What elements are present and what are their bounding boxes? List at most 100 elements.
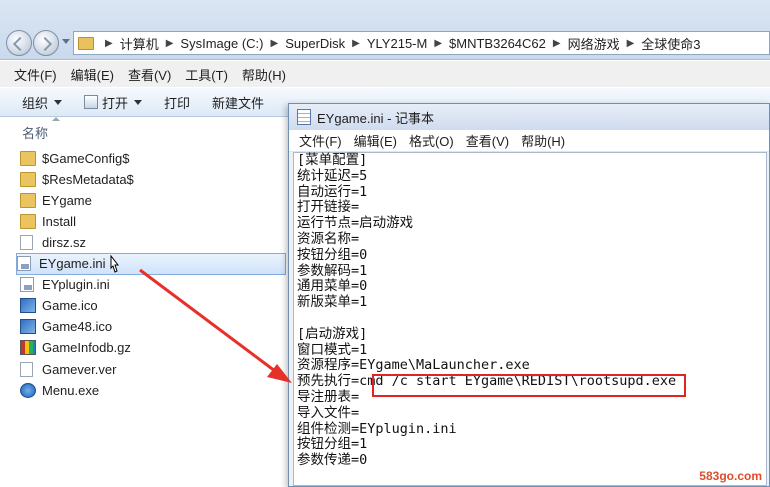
notepad-line: 按钮分组=1 [297,436,368,453]
breadcrumb-item[interactable]: SuperDisk [285,36,345,51]
notepad-menu-view[interactable]: 查看(V) [466,131,509,150]
file-row[interactable]: EYplugin.ini [20,274,290,296]
back-button[interactable] [6,30,32,56]
menu-tools[interactable]: 工具(T) [185,65,228,84]
organize-label: 组织 [22,95,49,111]
file-row[interactable]: Gamever.ver [20,358,290,380]
file-name: EYgame [42,192,92,208]
notepad-line: 参数解码=1 [297,262,368,279]
file-row[interactable]: GameInfodb.gz [20,337,290,359]
notepad-line: 统计延迟=5 [297,167,368,184]
file-row[interactable]: dirsz.sz [20,231,290,253]
archive-icon [20,340,36,356]
file-row[interactable]: EYgame [20,189,290,211]
notepad-line: 新版菜单=1 [297,294,368,311]
game-icon [20,319,36,335]
file-name: Game.ico [42,298,98,314]
notepad-menu-bar: 文件(F) 编辑(E) 格式(O) 查看(V) 帮助(H) [289,130,769,152]
new-folder-button[interactable]: 新建文件 [212,93,264,112]
file-name: Game48.ico [42,319,113,335]
breadcrumb-separator-icon[interactable]: ▶ [553,38,561,49]
chevron-down-icon [134,99,143,105]
forward-button[interactable] [33,30,59,56]
breadcrumb-item[interactable]: 计算机 [120,34,159,53]
breadcrumb[interactable]: ▶ 计算机 ▶ SysImage (C:) ▶ SuperDisk ▶ YLY215-M ▶ $M… [73,31,770,55]
notepad-icon [297,109,311,125]
folder-icon [20,171,36,187]
file-name: Gamever.ver [42,361,117,377]
notepad-menu-file[interactable]: 文件(F) [299,131,342,150]
notepad-line [297,311,676,327]
file-row[interactable]: Install [20,210,290,232]
notepad-menu-help[interactable]: 帮助(H) [521,131,565,150]
file-name: $GameConfig$ [42,150,130,166]
file-row[interactable]: Menu.exe [20,379,290,401]
organize-button[interactable]: 组织 [22,93,63,112]
notepad-line: 打开链接= [297,199,360,216]
folder-icon [20,213,36,229]
notepad-line: 资源名称= [297,230,360,247]
menu-file[interactable]: 文件(F) [14,65,57,84]
breadcrumb-separator-icon[interactable]: ▶ [434,38,442,49]
print-button[interactable]: 打印 [164,93,190,112]
address-bar: ▶ 计算机 ▶ SysImage (C:) ▶ SuperDisk ▶ YLY215-M ▶ $M… [0,0,770,60]
breadcrumb-item[interactable]: 全球使命3 [641,34,700,53]
file-name: dirsz.sz [42,234,87,250]
file-name: GameInfodb.gz [42,340,131,356]
file-row[interactable]: Game48.ico [20,316,290,338]
mouse-cursor-icon [110,255,120,273]
breadcrumb-separator-icon[interactable]: ▶ [352,38,360,49]
file-row[interactable]: $ResMetadata$ [20,168,290,190]
breadcrumb-separator-icon[interactable]: ▶ [105,38,113,49]
breadcrumb-separator-icon[interactable]: ▶ [271,38,279,49]
notepad-text-area[interactable]: [菜单配置] 统计延迟=5 自动运行=1 打开链接= 运行节点=启动游戏 资源名称= 按钮分… [293,152,767,486]
file-name: Menu.exe [42,382,100,398]
notepad-line: 按钮分组=0 [297,246,368,263]
file-row[interactable]: EYgame.ini [16,252,286,275]
ini-file-icon [20,277,34,293]
breadcrumb-item[interactable]: YLY215-M [367,36,427,51]
notepad-line: [启动游戏] [297,325,368,342]
new-folder-label: 新建文件 [212,95,265,111]
menu-view[interactable]: 查看(V) [128,65,171,84]
open-label: 打开 [102,95,129,111]
notepad-window[interactable]: EYgame.ini - 记事本 文件(F) 编辑(E) 格式(O) 查看(V)… [288,103,770,487]
breadcrumb-item[interactable]: SysImage (C:) [180,36,263,51]
notepad-menu-edit[interactable]: 编辑(E) [354,131,397,150]
notepad-menu-format[interactable]: 格式(O) [409,131,454,150]
notepad-title: EYgame.ini - 记事本 [317,110,435,126]
file-icon [20,361,33,377]
breadcrumb-item[interactable]: $MNTB3264C62 [449,36,546,51]
open-icon [84,95,99,109]
file-list: 名称 $GameConfig$ $ResMetadata$ EYgame Instal… [0,117,300,487]
highlight-box [372,374,686,397]
notepad-line: 通用菜单=0 [297,278,368,295]
exe-icon [20,382,36,398]
file-name: $ResMetadata$ [42,171,134,187]
open-button[interactable]: 打开 [84,93,143,112]
history-dropdown-icon[interactable] [62,39,70,44]
watermark: 583go.com [699,469,762,483]
column-header-name[interactable]: 名称 [22,117,61,142]
notepad-line: 组件检测=EYplugin.ini [297,420,457,437]
folder-icon [20,192,36,208]
notepad-line: [菜单配置] [297,152,368,168]
breadcrumb-item[interactable]: 网络游戏 [568,34,620,53]
notepad-titlebar[interactable]: EYgame.ini - 记事本 [289,104,769,130]
notepad-line: 导入文件= [297,404,360,421]
file-row[interactable]: Game.ico [20,295,290,317]
file-name: Install [42,213,76,229]
file-name: EYplugin.ini [42,277,110,293]
menu-help[interactable]: 帮助(H) [242,65,286,84]
file-name: EYgame.ini [39,256,106,271]
menu-edit[interactable]: 编辑(E) [71,65,114,84]
breadcrumb-separator-icon[interactable]: ▶ [627,38,635,49]
file-row[interactable]: $GameConfig$ [20,147,290,169]
notepad-line: 运行节点=启动游戏 [297,215,414,232]
print-label: 打印 [164,95,191,111]
game-icon [20,298,36,314]
explorer-menu-bar: 文件(F) 编辑(E) 查看(V) 工具(T) 帮助(H) [0,61,770,87]
notepad-line: 参数传递=0 [297,452,368,469]
breadcrumb-separator-icon[interactable]: ▶ [166,38,174,49]
notepad-line: 资源程序=EYgame\MaLauncher.exe [297,357,530,374]
